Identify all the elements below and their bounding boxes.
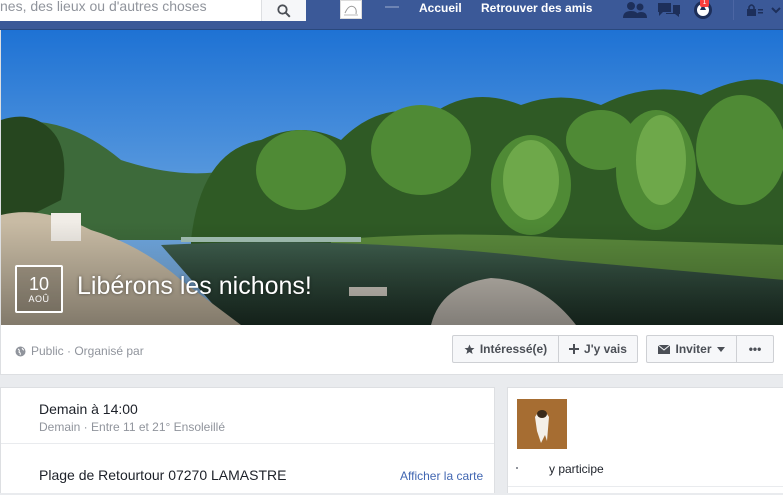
messages-button[interactable] bbox=[656, 0, 682, 20]
event-time: Demain à 14:00 bbox=[39, 401, 138, 417]
privacy-lock-icon bbox=[747, 4, 763, 16]
caret-down-icon bbox=[716, 346, 725, 352]
friend-requests-button[interactable] bbox=[622, 0, 648, 20]
nav-home-link[interactable]: Accueil bbox=[419, 1, 462, 15]
card-divider bbox=[508, 486, 783, 487]
star-icon bbox=[464, 344, 475, 354]
search-icon bbox=[277, 3, 291, 18]
chevron-down-icon bbox=[771, 7, 781, 14]
event-date-day: 10 bbox=[28, 274, 50, 294]
event-privacy-text: Public · Organisé par bbox=[31, 344, 144, 358]
notifications-button[interactable]: 1 bbox=[690, 0, 716, 20]
event-time-row: Demain à 14:00 Demain · Entre 11 et 21° … bbox=[1, 388, 494, 444]
invite-label: Inviter bbox=[675, 342, 712, 356]
messages-icon bbox=[658, 3, 680, 17]
privacy-shortcuts-button[interactable] bbox=[744, 0, 766, 20]
envelope-icon bbox=[658, 344, 671, 354]
avatar[interactable] bbox=[517, 399, 567, 449]
nav-divider bbox=[733, 0, 734, 20]
more-options-button[interactable]: ••• bbox=[736, 335, 774, 363]
show-map-link[interactable]: Afficher la carte bbox=[400, 469, 483, 483]
event-date-month: AOÛ bbox=[28, 294, 50, 304]
globe-icon bbox=[15, 346, 26, 356]
event-title: Libérons les nichons! bbox=[77, 272, 312, 300]
event-details-card: Demain à 14:00 Demain · Entre 11 et 21° … bbox=[0, 387, 495, 493]
interested-label: Intéressé(e) bbox=[479, 342, 548, 356]
going-button[interactable]: J'y vais bbox=[558, 335, 638, 363]
plus-icon bbox=[569, 344, 580, 354]
friend-requests-icon bbox=[623, 2, 647, 18]
interested-button[interactable]: Intéressé(e) bbox=[452, 335, 559, 363]
account-menu-button[interactable] bbox=[769, 0, 783, 20]
event-date-badge: 10 AOÛ bbox=[15, 265, 63, 313]
search-button[interactable] bbox=[261, 0, 306, 21]
top-navigation-bar: nes, des lieux ou d'autres choses Accuei… bbox=[0, 0, 783, 30]
attendees-card: y participe bbox=[507, 387, 783, 493]
event-action-bar: Public · Organisé par Intéressé(e) J'y v… bbox=[0, 325, 783, 375]
nav-find-friends-link[interactable]: Retrouver des amis bbox=[481, 1, 592, 15]
event-privacy-info: Public · Organisé par bbox=[15, 344, 144, 358]
event-location[interactable]: Plage de Retourtour 07270 LAMASTRE bbox=[39, 467, 286, 483]
event-cover-photo[interactable]: 10 AOÛ Libérons les nichons! bbox=[0, 30, 783, 325]
attendee-separator-dot bbox=[516, 467, 518, 469]
attendee-status: y participe bbox=[549, 462, 604, 476]
going-label: J'y vais bbox=[584, 342, 627, 356]
profile-thumbnail[interactable] bbox=[340, 0, 362, 19]
nav-separator bbox=[385, 6, 399, 8]
event-location-row: Plage de Retourtour 07270 LAMASTRE Affic… bbox=[1, 445, 494, 495]
invite-button[interactable]: Inviter bbox=[646, 335, 737, 363]
notification-badge: 1 bbox=[700, 0, 709, 7]
search-input[interactable]: nes, des lieux ou d'autres choses bbox=[0, 0, 261, 21]
event-weather: Demain · Entre 11 et 21° Ensoleillé bbox=[39, 420, 226, 434]
search-box: nes, des lieux ou d'autres choses bbox=[0, 0, 306, 21]
